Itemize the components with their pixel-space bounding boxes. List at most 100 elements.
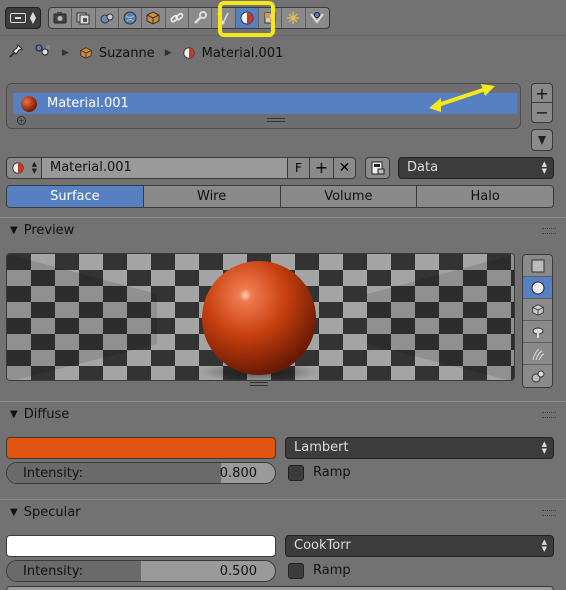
chevron-updown-icon: ▲ ▼: [29, 10, 36, 25]
material-icon: [182, 47, 195, 59]
add-slot-button[interactable]: +: [531, 83, 553, 103]
sphere-icon: [531, 281, 544, 294]
chevron-updown-icon: ▲ ▼: [541, 538, 547, 553]
material-slot-label: Material.001: [47, 96, 129, 111]
constraints-tab[interactable]: [166, 8, 189, 28]
preview-world-button[interactable]: [523, 365, 552, 387]
diffuse-ramp-checkbox[interactable]: [288, 465, 304, 481]
material-sphere-icon: [21, 95, 37, 112]
preview-cube-button[interactable]: [523, 299, 552, 321]
panel-drag-handle[interactable]: [542, 412, 556, 418]
fake-user-button[interactable]: F: [288, 157, 310, 179]
spheres-icon: [531, 370, 544, 383]
context-tab-bar: [48, 7, 330, 29]
diffuse-ramp-label: Ramp: [313, 465, 351, 480]
material-name-field[interactable]: Material.001: [42, 157, 288, 179]
specular-color-swatch[interactable]: [6, 535, 276, 557]
cube-icon: [80, 47, 92, 59]
render-layers-tab[interactable]: [72, 8, 96, 28]
material-icon: [12, 162, 24, 174]
new-material-button[interactable]: +: [310, 157, 334, 179]
material-browse-button[interactable]: ▲ ▼: [6, 157, 42, 179]
material-type-tabs: Surface Wire Volume Halo: [6, 185, 554, 208]
tab-halo[interactable]: Halo: [417, 186, 553, 207]
diffuse-color-swatch[interactable]: [6, 437, 276, 459]
world-tab[interactable]: [119, 8, 143, 28]
diffuse-panel-header[interactable]: ▼ Diffuse: [0, 401, 566, 427]
link-icon: [371, 161, 385, 175]
render-layers-icon: [76, 12, 90, 25]
tab-wire[interactable]: Wire: [143, 186, 281, 207]
render-tab[interactable]: [49, 8, 73, 28]
monkey-icon: [532, 327, 543, 338]
panel-drag-handle[interactable]: [542, 510, 556, 516]
slot-specials-menu[interactable]: [531, 129, 553, 151]
checker-background: [7, 254, 514, 380]
camera-icon: [53, 12, 67, 24]
preview-sphere-button[interactable]: [523, 277, 552, 299]
object-tab[interactable]: [142, 8, 166, 28]
add-slot-small-icon[interactable]: +: [17, 116, 26, 125]
material-link-label: Data: [407, 160, 439, 175]
physics-tab[interactable]: [306, 8, 329, 28]
slot-side-buttons: + −: [531, 83, 553, 123]
tab-surface[interactable]: Surface: [7, 186, 144, 207]
triangle-down-icon: [538, 136, 546, 145]
specular-panel-title: Specular: [23, 505, 81, 520]
list-resize-handle[interactable]: [267, 118, 285, 122]
preview-monkey-button[interactable]: [523, 321, 552, 343]
collapse-triangle-icon: ▼: [10, 507, 18, 518]
chevron-updown-icon: ▲ ▼: [541, 440, 547, 455]
material-preview: [6, 253, 515, 381]
panel-drag-handle[interactable]: [542, 228, 556, 234]
specular-panel-header[interactable]: ▼ Specular: [0, 499, 566, 525]
breadcrumb-object: Suzanne: [79, 46, 155, 61]
specular-shader-dropdown[interactable]: CookTorr ▲ ▼: [285, 535, 554, 557]
specular-ramp-checkbox[interactable]: [288, 563, 304, 579]
material-slot-list: Material.001 +: [6, 83, 521, 129]
diffuse-panel-title: Diffuse: [23, 407, 70, 422]
remove-slot-button[interactable]: −: [531, 103, 553, 123]
preview-flat-button[interactable]: [523, 255, 552, 277]
scene-tab[interactable]: [96, 8, 119, 28]
cube-icon: [531, 303, 544, 316]
preview-hair-button[interactable]: [523, 343, 552, 365]
diffuse-intensity-slider[interactable]: Intensity: 0.800: [6, 462, 276, 484]
particles-icon: [287, 12, 300, 24]
material-link-dropdown[interactable]: Data ▲ ▼: [398, 157, 554, 179]
specular-intensity-label: Intensity:: [23, 564, 84, 579]
properties-editor-icon: [10, 13, 26, 23]
specular-shader-label: CookTorr: [294, 538, 351, 553]
tab-volume[interactable]: Volume: [280, 186, 418, 207]
editor-type-dropdown[interactable]: ▲ ▼: [5, 7, 41, 29]
preview-resize-handle[interactable]: [250, 382, 268, 386]
preview-panel-header[interactable]: ▼ Preview: [0, 217, 566, 243]
chevron-updown-icon: ▲ ▼: [541, 160, 547, 175]
specular-intensity-slider[interactable]: Intensity: 0.500: [6, 560, 276, 582]
cube-icon: [146, 11, 160, 25]
breadcrumb-material-label: Material.001: [201, 45, 284, 61]
breadcrumb-object-label: Suzanne: [98, 45, 155, 61]
diffuse-shader-label: Lambert: [294, 440, 349, 455]
collapse-triangle-icon: ▼: [10, 225, 18, 236]
breadcrumb-material: Material.001: [182, 45, 284, 61]
breadcrumb-separator-icon: ▶: [62, 48, 69, 58]
unlink-material-button[interactable]: ✕: [334, 157, 356, 179]
particles-tab[interactable]: [282, 8, 306, 28]
collapse-triangle-icon: ▼: [10, 409, 18, 420]
annotation-highlight-box: [218, 1, 275, 37]
preview-panel-title: Preview: [23, 223, 75, 238]
diffuse-intensity-value: 0.800: [219, 466, 257, 481]
modifiers-tab[interactable]: [189, 8, 213, 28]
specular-ramp-label: Ramp: [313, 563, 351, 578]
scene-icon: [100, 13, 114, 24]
wrench-icon: [194, 11, 208, 24]
hair-icon: [532, 348, 544, 360]
preview-type-buttons: [522, 254, 553, 388]
diffuse-shader-dropdown[interactable]: Lambert ▲ ▼: [285, 437, 554, 459]
breadcrumb-separator-icon: ▶: [164, 48, 172, 58]
annotation-double-arrow: [429, 84, 495, 112]
link-toggle-button[interactable]: [365, 157, 390, 179]
world-icon: [123, 11, 137, 25]
pin-icon[interactable]: [8, 43, 24, 63]
